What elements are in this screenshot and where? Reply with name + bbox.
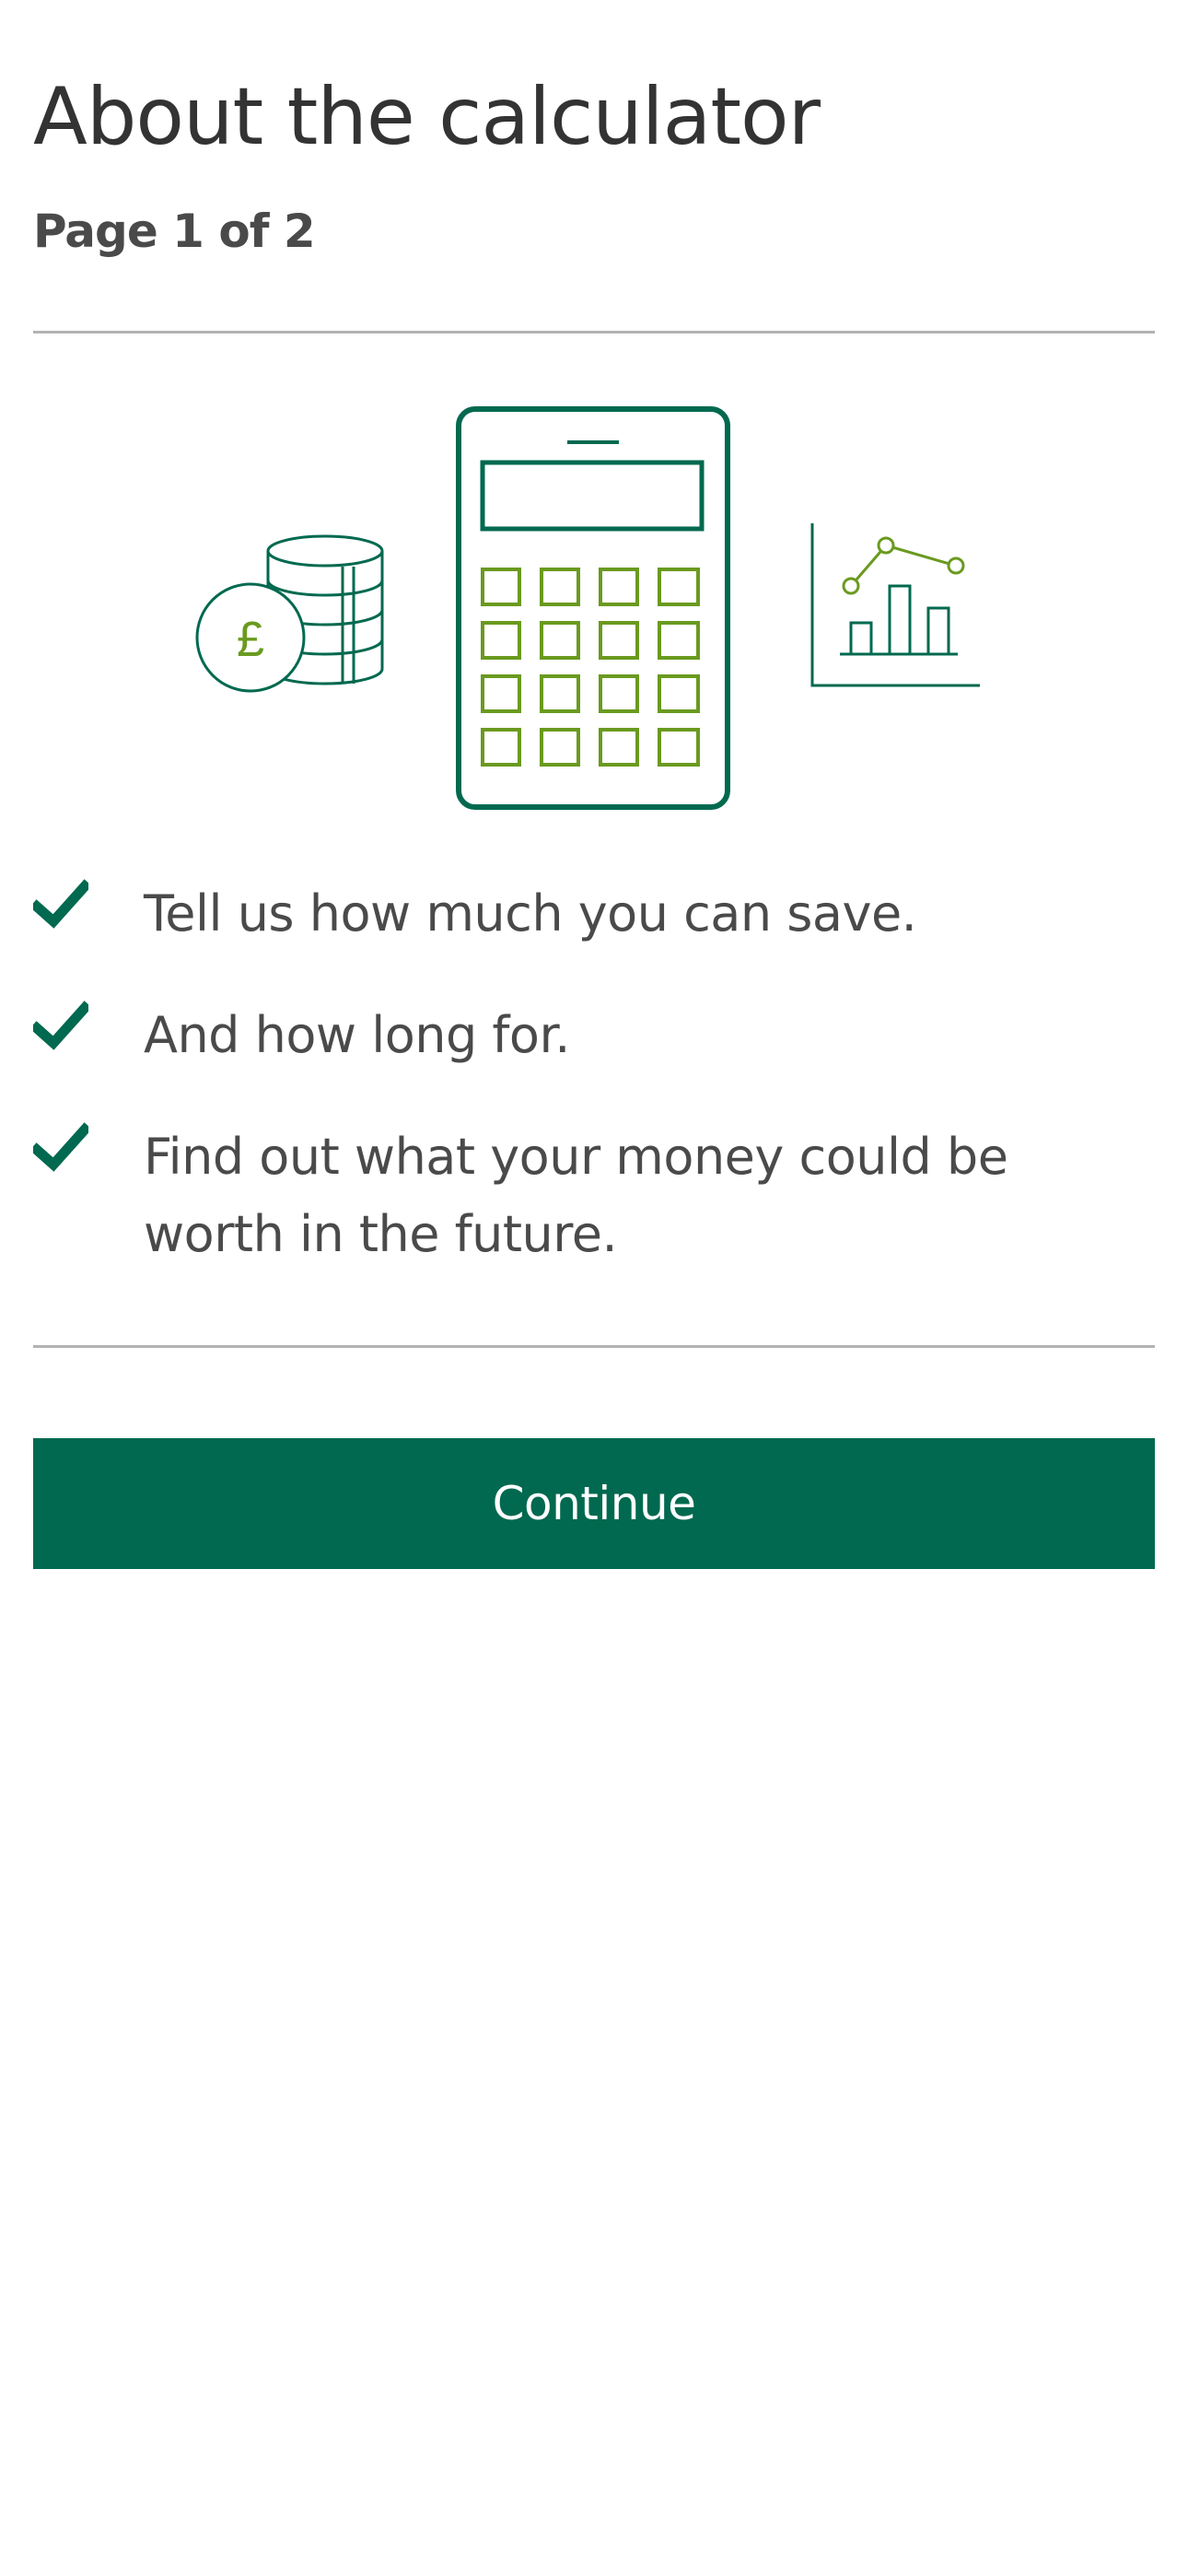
list-item-text: Tell us how much you can save.: [144, 884, 917, 943]
page-indicator: Page 1 of 2: [33, 205, 316, 258]
bottom-divider: [33, 1345, 1155, 1348]
list-item-text: And how long for.: [144, 1006, 570, 1064]
top-divider: [33, 331, 1155, 334]
coin-stack-pound-icon: [195, 534, 384, 693]
about-calculator-screen: About the calculator Page 1 of 2 £ Tell …: [0, 0, 1188, 2576]
list-item: And how long for.: [33, 997, 1155, 1074]
list-item: Tell us how much you can save.: [33, 875, 1155, 953]
bar-line-chart-icon: [810, 523, 980, 687]
calculator-icon: [456, 406, 730, 810]
continue-button[interactable]: Continue: [33, 1438, 1155, 1569]
check-icon: [33, 1122, 88, 1172]
check-icon: [33, 1001, 88, 1050]
list-item-text: Find out what your money could be worth …: [144, 1128, 1008, 1263]
pound-symbol: £: [237, 612, 264, 667]
list-item: Find out what your money could be worth …: [33, 1118, 1155, 1273]
page-title: About the calculator: [33, 71, 821, 163]
calculator-illustration: £: [184, 405, 1013, 811]
feature-checklist: Tell us how much you can save. And how l…: [33, 875, 1155, 1317]
check-icon: [33, 879, 88, 929]
